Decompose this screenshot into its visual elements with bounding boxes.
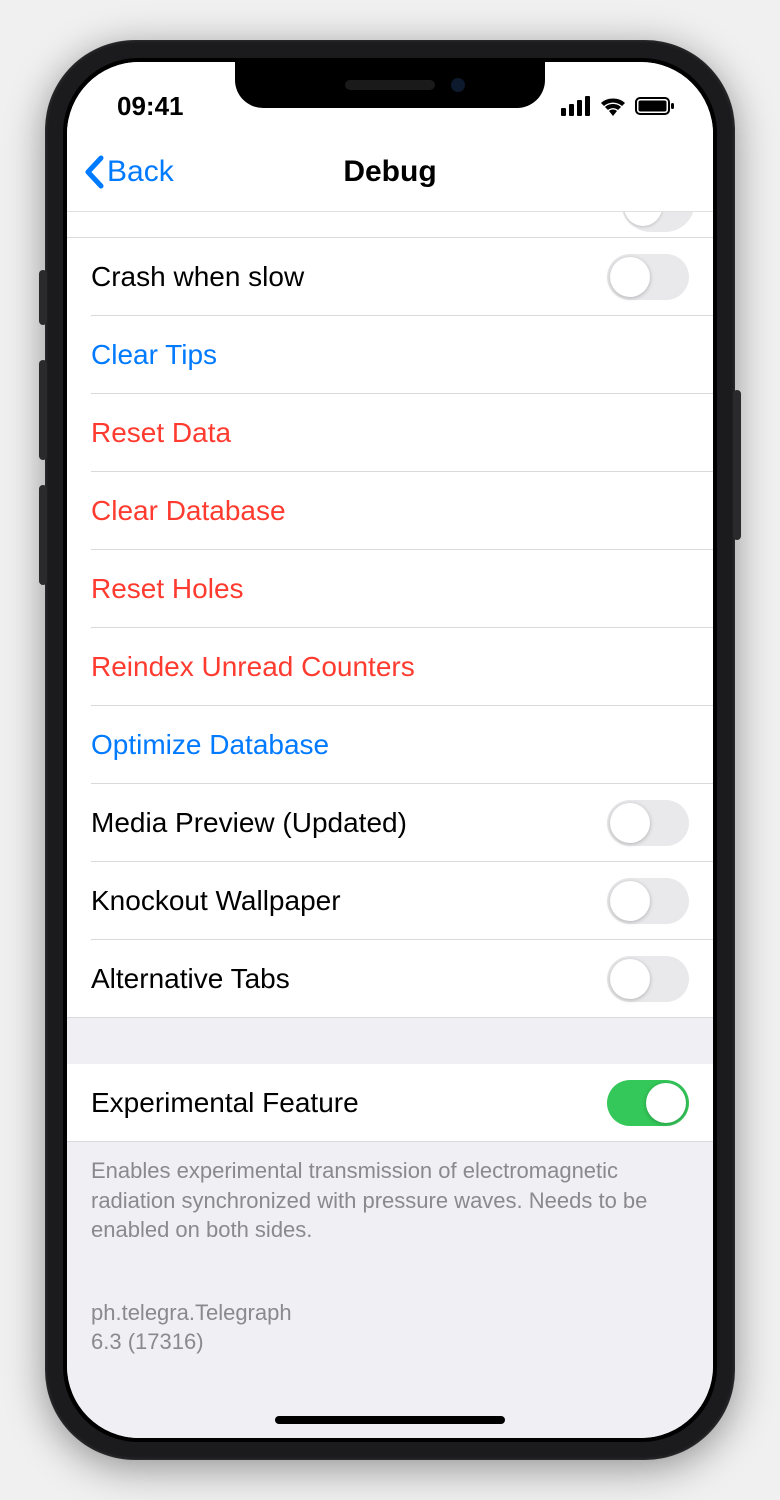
row-label: Crash when slow xyxy=(91,261,304,293)
phone-notch xyxy=(235,62,545,108)
app-info: ph.telegra.Telegraph 6.3 (17316) xyxy=(67,1275,713,1380)
back-label: Back xyxy=(107,155,174,189)
wifi-icon xyxy=(599,96,627,116)
media-preview-toggle[interactable] xyxy=(607,800,689,846)
mute-switch xyxy=(39,270,47,325)
row-reset-holes[interactable]: Reset Holes xyxy=(67,550,713,628)
home-indicator[interactable] xyxy=(275,1416,505,1424)
toggle-knob-peek[interactable] xyxy=(621,212,695,232)
row-reindex-unread-counters[interactable]: Reindex Unread Counters xyxy=(67,628,713,706)
alternative-tabs-toggle[interactable] xyxy=(607,956,689,1002)
row-label: Reset Data xyxy=(91,417,231,449)
row-label: Clear Database xyxy=(91,495,286,527)
experimental-feature-toggle[interactable] xyxy=(607,1080,689,1126)
row-clear-tips[interactable]: Clear Tips xyxy=(67,316,713,394)
row-label: Knockout Wallpaper xyxy=(91,885,341,917)
section-separator xyxy=(67,1018,713,1064)
settings-list[interactable]: Crash when slow Clear Tips Reset Data Cl… xyxy=(67,212,713,1438)
row-alternative-tabs: Alternative Tabs xyxy=(67,940,713,1018)
knockout-wallpaper-toggle[interactable] xyxy=(607,878,689,924)
status-icons xyxy=(561,96,675,116)
experimental-footer-text: Enables experimental transmission of ele… xyxy=(67,1142,713,1275)
volume-down-button xyxy=(39,485,47,585)
row-label: Reindex Unread Counters xyxy=(91,651,415,683)
row-label: Media Preview (Updated) xyxy=(91,807,407,839)
row-media-preview: Media Preview (Updated) xyxy=(67,784,713,862)
cellular-icon xyxy=(561,96,591,116)
row-label: Reset Holes xyxy=(91,573,244,605)
row-knockout-wallpaper: Knockout Wallpaper xyxy=(67,862,713,940)
navigation-bar: Back Debug xyxy=(67,132,713,212)
row-reset-data[interactable]: Reset Data xyxy=(67,394,713,472)
battery-icon xyxy=(635,96,675,116)
row-label: Clear Tips xyxy=(91,339,217,371)
row-experimental-feature: Experimental Feature xyxy=(67,1064,713,1142)
partial-toggle-row xyxy=(67,212,713,238)
phone-frame: 09:41 Ba xyxy=(45,40,735,1460)
speaker-grille xyxy=(345,80,435,90)
row-optimize-database[interactable]: Optimize Database xyxy=(67,706,713,784)
row-label: Experimental Feature xyxy=(91,1087,359,1119)
row-label: Alternative Tabs xyxy=(91,963,290,995)
power-button xyxy=(733,390,741,540)
phone-bezel: 09:41 Ba xyxy=(63,58,717,1442)
crash-when-slow-toggle[interactable] xyxy=(607,254,689,300)
phone-screen: 09:41 Ba xyxy=(67,62,713,1438)
app-version: 6.3 (17316) xyxy=(91,1328,689,1357)
front-camera xyxy=(451,78,465,92)
volume-up-button xyxy=(39,360,47,460)
status-time: 09:41 xyxy=(117,91,184,122)
row-clear-database[interactable]: Clear Database xyxy=(67,472,713,550)
bundle-id: ph.telegra.Telegraph xyxy=(91,1299,689,1328)
back-button[interactable]: Back xyxy=(83,155,174,189)
chevron-left-icon xyxy=(83,155,105,189)
row-crash-when-slow: Crash when slow xyxy=(67,238,713,316)
row-label: Optimize Database xyxy=(91,729,329,761)
